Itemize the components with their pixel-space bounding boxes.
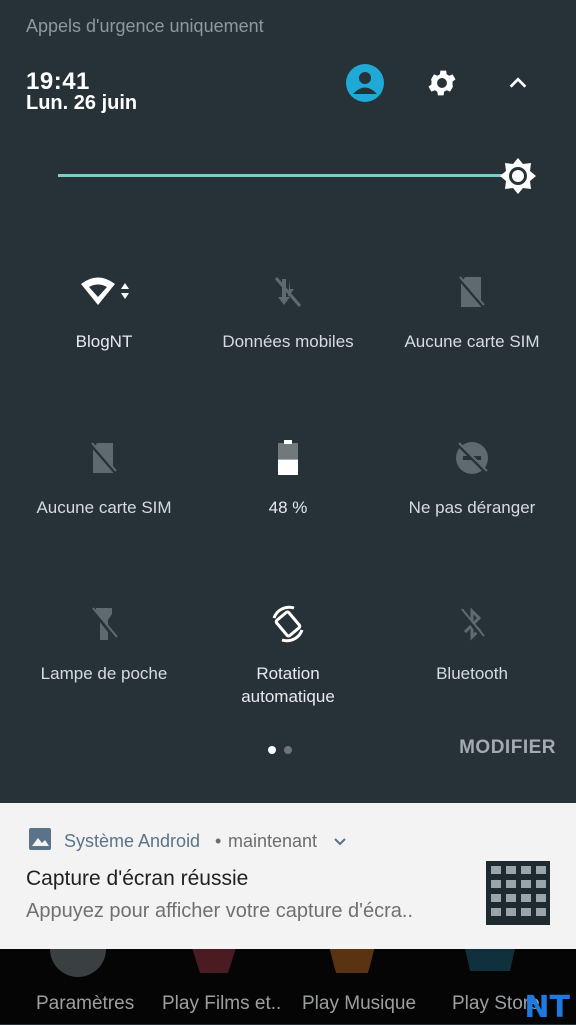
- play-movies-app-icon[interactable]: [180, 949, 248, 981]
- chevron-up-icon: [509, 77, 527, 88]
- page-dot-active: [268, 746, 276, 754]
- image-icon: [29, 828, 51, 850]
- notification-separator: •: [215, 831, 222, 851]
- emergency-calls-only-text: Appels d'urgence uniquement: [26, 16, 264, 36]
- notification-app-icon: [28, 827, 52, 851]
- tile-battery-label: 48 %: [268, 498, 308, 517]
- gear-icon: [428, 70, 456, 96]
- settings-app-icon[interactable]: [44, 949, 112, 981]
- collapse-panel-button[interactable]: [494, 59, 542, 107]
- tile-sim-1[interactable]: Aucune carte SIM: [376, 272, 568, 402]
- tile-sim-1-label: Aucune carte SIM: [404, 332, 540, 351]
- tile-flashlight-label: Lampe de poche: [40, 664, 168, 683]
- tile-do-not-disturb[interactable]: Ne pas déranger: [376, 438, 568, 568]
- tile-auto-rotate[interactable]: Rotation automatique: [192, 604, 384, 734]
- tile-mobile-data-label: Données mobiles: [222, 332, 354, 351]
- tile-sim-2[interactable]: Aucune carte SIM: [8, 438, 200, 568]
- user-switch-button[interactable]: [341, 59, 389, 107]
- play-music-app-icon[interactable]: [318, 949, 386, 981]
- tile-bluetooth-label: Bluetooth: [436, 664, 508, 683]
- home-app-label-play-music[interactable]: Play Musique: [302, 993, 416, 1015]
- page-dot-inactive: [284, 746, 292, 754]
- tile-auto-rotate-label: Rotation automatique: [241, 664, 335, 706]
- tile-flashlight[interactable]: Lampe de poche: [8, 604, 200, 734]
- edit-tiles-button[interactable]: MODIFIER: [459, 737, 556, 759]
- bluetooth-off-icon: [459, 607, 485, 641]
- page-indicator: [268, 746, 292, 754]
- tile-bluetooth[interactable]: Bluetooth: [376, 604, 568, 734]
- tile-do-not-disturb-label: Ne pas déranger: [408, 498, 536, 517]
- account-icon: [346, 64, 384, 102]
- chevron-down-icon: [334, 838, 346, 846]
- settings-button[interactable]: [418, 59, 466, 107]
- brightness-icon: [500, 158, 536, 194]
- flashlight-off-icon: [90, 607, 118, 641]
- notification-title: Capture d'écran réussie: [26, 867, 249, 890]
- tile-sim-2-label: Aucune carte SIM: [36, 498, 172, 517]
- home-app-label-settings[interactable]: Paramètres: [36, 993, 134, 1015]
- play-store-app-icon[interactable]: [456, 949, 524, 981]
- home-app-label-play-films[interactable]: Play Films et..: [162, 993, 281, 1015]
- no-sim-icon: [457, 276, 487, 309]
- brightness-slider-thumb[interactable]: [497, 155, 539, 197]
- battery-icon: [278, 440, 298, 475]
- tile-wifi[interactable]: BlogNT: [8, 272, 200, 402]
- mobile-data-off-icon: [274, 277, 302, 307]
- brightness-slider-track[interactable]: [58, 174, 506, 177]
- date-text: Lun. 26 juin: [26, 92, 138, 114]
- auto-rotate-icon: [272, 605, 304, 643]
- tile-mobile-data[interactable]: Données mobiles: [192, 272, 384, 402]
- watermark-logo: NT: [524, 990, 570, 1025]
- wifi-icon: [81, 277, 129, 305]
- do-not-disturb-off-icon: [456, 442, 488, 474]
- notification-time: maintenant: [228, 831, 318, 851]
- notification-text: Appuyez pour afficher votre capture d'éc…: [26, 900, 414, 922]
- tile-battery[interactable]: 48 %: [192, 438, 384, 568]
- tile-wifi-label: BlogNT: [75, 332, 133, 351]
- home-screen-dock: Paramètres Play Films et.. Play Musique …: [0, 949, 576, 1024]
- notification-expand-button[interactable]: [330, 831, 350, 851]
- screenshot-thumbnail[interactable]: [486, 861, 550, 925]
- no-sim-icon: [89, 442, 119, 475]
- notification-app-name: Système Android: [64, 831, 201, 851]
- screenshot-thumbnail-image: [486, 861, 550, 925]
